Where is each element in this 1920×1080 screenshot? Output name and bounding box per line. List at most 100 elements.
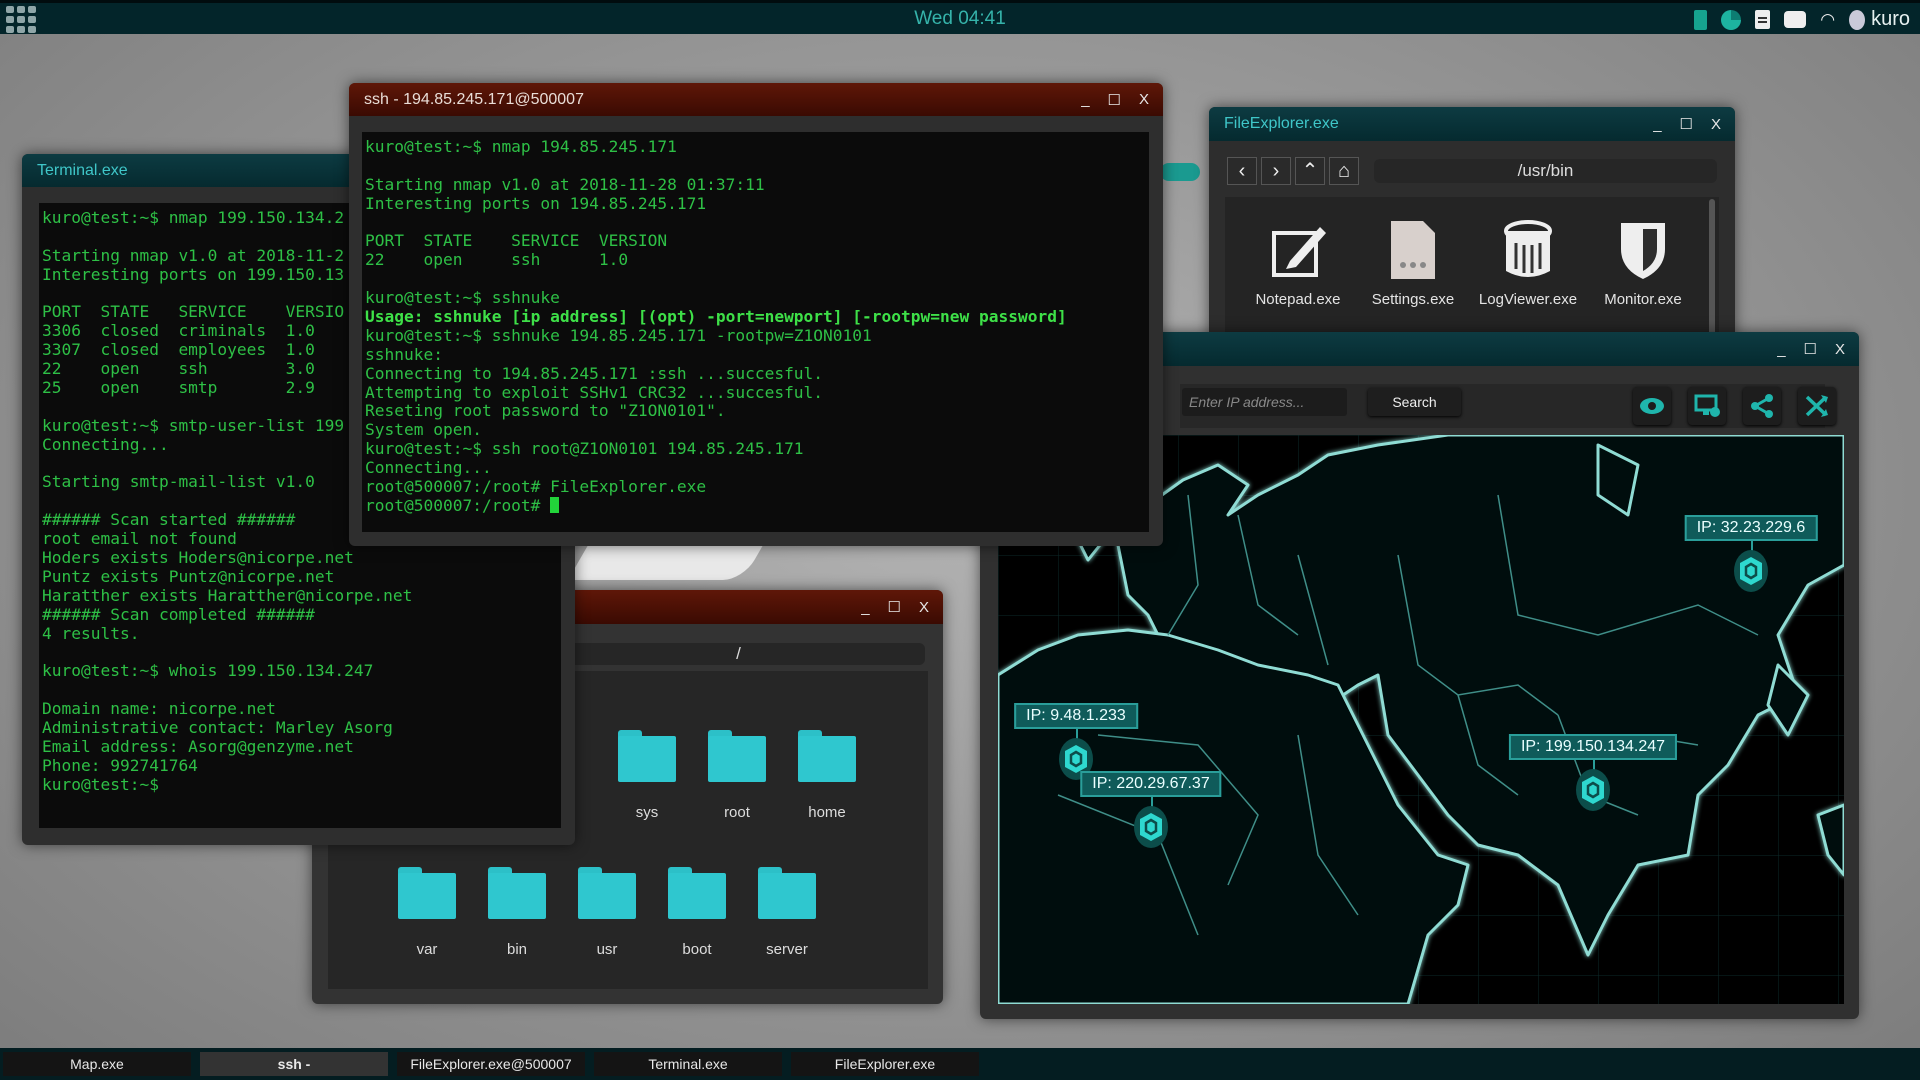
minimize-button[interactable]: _ — [1653, 116, 1661, 133]
terminal-line: Usage: sshnuke [ip address] [(opt) -port… — [365, 307, 1149, 327]
folder-item[interactable]: bin — [472, 867, 562, 958]
settings-icon — [1383, 219, 1443, 281]
folder-item[interactable]: usr — [562, 867, 652, 958]
clock: Wed 04:41 — [914, 8, 1006, 29]
terminal-line: Domain name: nicorpe.net — [42, 699, 276, 719]
taskbar-item[interactable]: Terminal.exe — [594, 1052, 782, 1076]
back-button[interactable]: ‹ — [1227, 157, 1257, 185]
folder-item[interactable]: var — [382, 867, 472, 958]
path-bar[interactable]: / — [552, 643, 925, 665]
app-label: Monitor.exe — [1604, 291, 1682, 308]
desktop-toggle — [1160, 163, 1200, 181]
folder-item[interactable]: server — [742, 867, 832, 958]
search-button[interactable]: Search — [1368, 388, 1461, 416]
app-item[interactable]: Settings.exe — [1358, 219, 1468, 308]
ip-label[interactable]: IP: 220.29.67.37 — [1080, 771, 1222, 797]
hexagon-marker-icon[interactable] — [1733, 549, 1769, 593]
terminal-line-text: sshnuke: — [365, 344, 443, 364]
window-title: FileExplorer.exe — [1224, 115, 1339, 132]
terminal-line: Phone: 992741764 — [42, 755, 198, 775]
maximize-button[interactable]: ☐ — [1108, 91, 1121, 109]
app-item[interactable]: Notepad.exe — [1243, 219, 1353, 308]
chat-icon[interactable] — [1784, 11, 1807, 28]
home-button[interactable]: ⌂ — [1329, 157, 1359, 185]
minimize-button[interactable]: _ — [1081, 91, 1089, 108]
terminal-line: 4 results. — [42, 623, 140, 643]
username: kuro — [1871, 8, 1910, 30]
ip-label[interactable]: IP: 9.48.1.233 — [1014, 703, 1138, 729]
eye-icon[interactable] — [1633, 387, 1671, 425]
hexagon-marker-icon[interactable] — [1133, 805, 1169, 849]
taskbar-item[interactable]: FileExplorer.exe — [791, 1052, 979, 1076]
terminal-line-text: Connecting... — [365, 458, 492, 478]
terminal-line: Puntz exists Puntz@nicorpe.net — [42, 566, 335, 586]
app-item[interactable]: LogViewer.exe — [1473, 219, 1583, 308]
terminal-line: kuro@test:~$ — [42, 774, 159, 794]
maximize-button[interactable]: ☐ — [1680, 115, 1693, 133]
minimize-button[interactable]: _ — [861, 599, 869, 616]
folder-item[interactable]: root — [692, 730, 782, 821]
folder-label: boot — [682, 941, 712, 958]
taskbar-item[interactable]: Map.exe — [3, 1052, 191, 1076]
terminal-line: System open. — [365, 420, 1149, 440]
folder-item[interactable]: sys — [602, 730, 692, 821]
window-title: ssh - 194.85.245.171@500007 — [364, 90, 584, 108]
maximize-button[interactable]: ☐ — [1804, 340, 1817, 358]
terminal-output[interactable]: kuro@test:~$ nmap 194.85.245.171 Starting… — [362, 132, 1149, 532]
terminal-line: Connecting to 194.85.245.171 :ssh ...suc… — [365, 363, 1149, 384]
terminal-line-text: PORT STATE SERVICE VERSION — [365, 231, 668, 251]
folder-icon — [488, 867, 546, 919]
minimize-button[interactable]: _ — [1777, 341, 1785, 358]
ip-address-input[interactable]: Enter IP address... — [1182, 388, 1347, 416]
app-label: Notepad.exe — [1255, 291, 1341, 308]
share-icon[interactable] — [1743, 387, 1781, 425]
terminal-line: Administrative contact: Marley Asorg — [42, 718, 393, 738]
close-button[interactable]: X — [1139, 91, 1149, 108]
close-button[interactable]: X — [1835, 341, 1845, 358]
close-button[interactable]: X — [1711, 116, 1721, 133]
monitor-add-icon[interactable] — [1688, 387, 1726, 425]
folder-label: var — [416, 941, 438, 958]
wifi-icon[interactable]: ◠ — [1820, 10, 1835, 30]
terminal-line-text: Connecting to 194.85.245.171 :ssh ...suc… — [365, 363, 824, 383]
ip-label[interactable]: IP: 199.150.134.247 — [1508, 734, 1678, 760]
ip-label[interactable]: IP: 32.23.229.6 — [1684, 515, 1818, 541]
pie-status-icon[interactable] — [1721, 9, 1742, 30]
shuffle-icon[interactable] — [1798, 387, 1836, 425]
path-bar[interactable]: /usr/bin — [1374, 159, 1717, 183]
terminal-line: Reseting root password to "Z1ON0101". — [365, 402, 1149, 421]
taskbar-item[interactable]: ssh - — [200, 1052, 388, 1076]
terminal-line: kuro@test:~$ sshnuke — [365, 288, 1149, 308]
file-explorer-window: FileExplorer.exe _ ☐ X ‹ › ⌃ ⌂ /usr/bin No… — [1209, 107, 1735, 347]
desktop-shape — [567, 545, 764, 580]
maximize-button[interactable]: ☐ — [888, 598, 901, 616]
forward-button[interactable]: › — [1261, 157, 1291, 185]
terminal-line: PORT STATE SERVICE VERSION — [365, 232, 1149, 251]
folder-item[interactable]: boot — [652, 867, 742, 958]
terminal-line: ###### Scan completed ###### — [42, 604, 315, 624]
title-bar[interactable]: ssh - 194.85.245.171@500007 _ ☐ X — [349, 83, 1163, 116]
close-button[interactable]: X — [919, 599, 929, 616]
system-tray: ◠ kuro — [1694, 8, 1910, 31]
clipboard-icon[interactable] — [1755, 10, 1771, 29]
hexagon-marker-icon[interactable] — [1575, 768, 1611, 812]
terminal-line: Email address: Asorg@genzyme.net — [42, 736, 354, 756]
terminal-line-text: kuro@test:~$ sshnuke 194.85.245.171 -roo… — [365, 325, 872, 345]
battery-icon[interactable] — [1694, 9, 1708, 30]
up-button[interactable]: ⌃ — [1295, 157, 1325, 185]
app-item[interactable]: Monitor.exe — [1588, 219, 1698, 308]
terminal-line: kuro@test:~$ sshnuke 194.85.245.171 -roo… — [365, 325, 1149, 346]
taskbar-item[interactable]: FileExplorer.exe@500007 — [397, 1052, 585, 1076]
folder-item[interactable]: home — [782, 730, 872, 821]
folder-icon — [798, 730, 856, 782]
user-menu[interactable]: kuro — [1849, 8, 1910, 31]
title-bar[interactable]: FileExplorer.exe _ ☐ X — [1209, 107, 1735, 141]
monitor-icon — [1613, 219, 1673, 281]
terminal-line-text: Starting nmap v1.0 at 2018-11-28 01:37:1… — [365, 174, 765, 194]
folder-label: bin — [506, 941, 528, 958]
cursor — [550, 496, 560, 513]
app-label: Settings.exe — [1371, 291, 1455, 308]
scrollbar[interactable] — [1709, 199, 1715, 339]
